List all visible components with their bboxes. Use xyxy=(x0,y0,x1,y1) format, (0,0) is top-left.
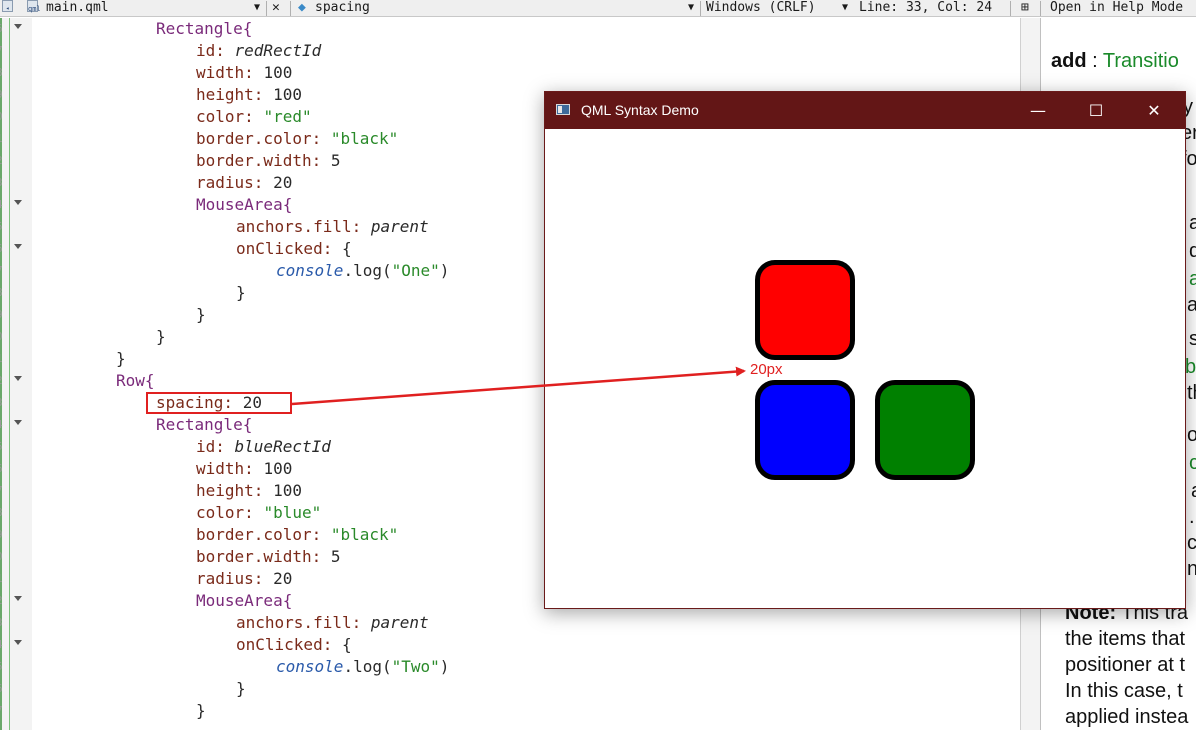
annotation-arrow xyxy=(291,366,746,406)
line-number: 0 xyxy=(0,106,6,128)
line-number: 9 xyxy=(0,304,6,326)
line-number: 0 xyxy=(0,326,6,348)
line-number: 2 xyxy=(0,590,6,612)
line-number: 4 xyxy=(0,194,6,216)
line-number: 6 xyxy=(0,458,6,480)
line-number: 2 xyxy=(0,150,6,172)
annotation-arrow-line xyxy=(291,366,746,406)
line-number: 3 xyxy=(0,172,6,194)
line-number: 8 xyxy=(0,282,6,304)
line-number: 7 xyxy=(0,260,6,282)
line-number: 0 xyxy=(0,546,6,568)
line-number: 6 xyxy=(0,18,6,40)
line-number: 6 xyxy=(0,238,6,260)
line-number: 7 xyxy=(0,480,6,502)
line-number: 4 xyxy=(0,634,6,656)
line-number: 3 xyxy=(0,392,6,414)
line-number: 5 xyxy=(0,216,6,238)
line-number: 9 xyxy=(0,524,6,546)
line-number: 4 xyxy=(0,414,6,436)
line-number: 1 xyxy=(0,128,6,150)
annotation-label: 20px xyxy=(750,361,783,378)
line-number: 2 xyxy=(0,370,6,392)
line-number: 7 xyxy=(0,40,6,62)
line-number: 5 xyxy=(0,436,6,458)
line-number: 1 xyxy=(0,348,6,370)
line-number: 9 xyxy=(0,84,6,106)
line-number: 3 xyxy=(0,612,6,634)
line-number: 7 xyxy=(0,700,6,722)
line-number: 6 xyxy=(0,678,6,700)
line-number: 8 xyxy=(0,502,6,524)
line-number: 8 xyxy=(0,62,6,84)
line-number: 1 xyxy=(0,568,6,590)
line-number: 5 xyxy=(0,656,6,678)
